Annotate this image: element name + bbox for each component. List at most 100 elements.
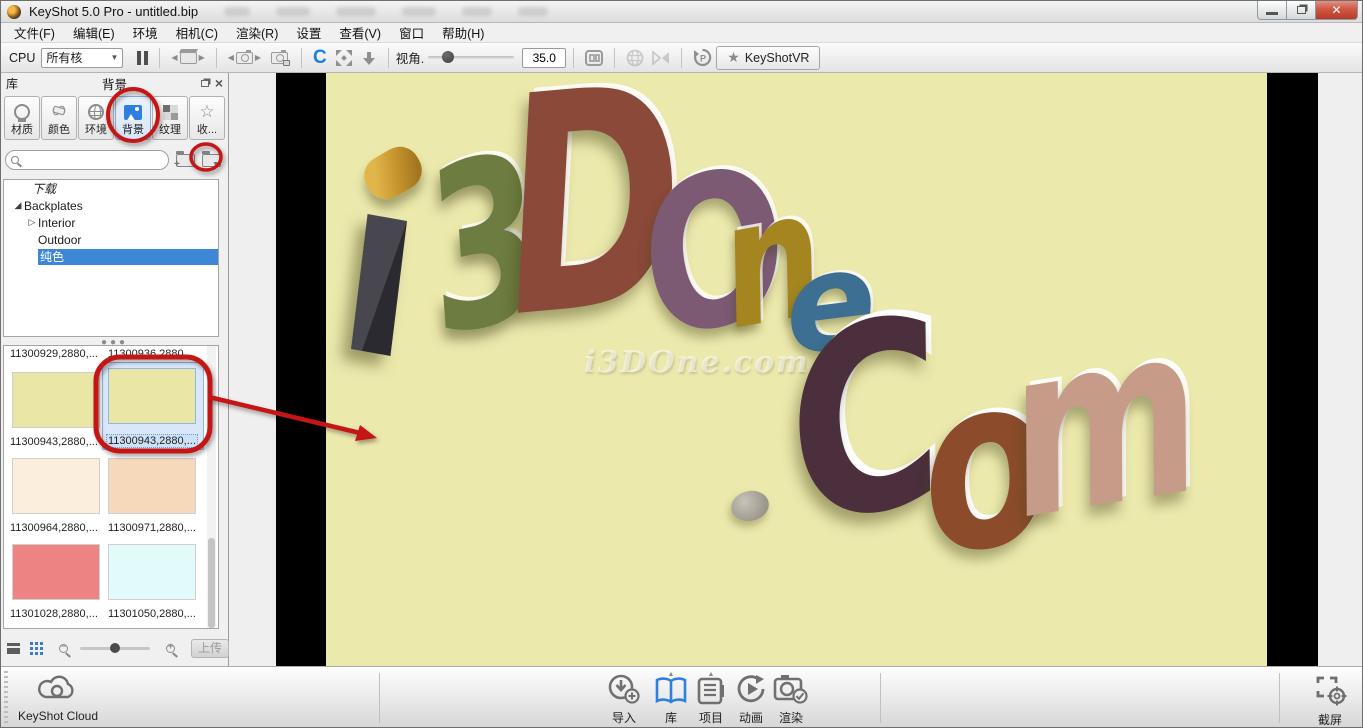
expand-arrows-icon xyxy=(335,49,353,67)
thumb-size-slider-thumb[interactable] xyxy=(110,643,120,653)
dock-project-button[interactable]: ▲ 项目 xyxy=(689,673,733,726)
thumbnail-selected[interactable] xyxy=(108,368,196,424)
thumbnail-label[interactable]: 11300943,2880,... xyxy=(10,436,98,448)
import-folder-button[interactable]: ▼ xyxy=(202,154,221,167)
refresh-button[interactable]: C xyxy=(309,46,331,70)
render-camera-icon xyxy=(773,673,809,705)
grid-view-button[interactable] xyxy=(30,642,43,655)
tab-backplate[interactable]: 背景 xyxy=(115,96,151,140)
menu-edit[interactable]: 编辑(E) xyxy=(64,21,124,44)
expanded-triangle-icon[interactable]: ◢ xyxy=(12,200,24,211)
menu-render[interactable]: 渲染(R) xyxy=(227,21,287,44)
blurred-watermark xyxy=(276,7,310,16)
fullscreen-button[interactable] xyxy=(331,46,357,70)
project-doc-icon xyxy=(694,677,728,705)
fov-slider[interactable] xyxy=(428,56,514,59)
menu-camera[interactable]: 相机(C) xyxy=(167,21,227,44)
grid-scrollbar[interactable] xyxy=(207,346,216,628)
flip-button[interactable] xyxy=(648,46,674,70)
thumbnail-label[interactable]: 11301028,2880,... xyxy=(10,608,98,620)
render-region-button[interactable] xyxy=(581,46,607,70)
search-box[interactable] xyxy=(5,150,169,170)
tab-material[interactable]: 材质 xyxy=(4,96,40,140)
search-input[interactable] xyxy=(23,153,153,167)
keyshot-cloud-button[interactable]: KeyShot Cloud xyxy=(13,671,103,723)
fov-input[interactable] xyxy=(522,48,566,68)
fov-label: 视角. xyxy=(396,48,424,67)
thumb-size-slider[interactable] xyxy=(80,647,150,650)
panel-footer: − + 上传 xyxy=(1,633,229,663)
vr-icon: ★ xyxy=(727,49,740,66)
collapsed-triangle-icon[interactable]: ▷ xyxy=(26,217,38,228)
menu-environment[interactable]: 环境 xyxy=(124,21,167,44)
region-icon xyxy=(585,50,603,66)
material-ball-button[interactable] xyxy=(622,46,648,70)
thumbnail[interactable] xyxy=(12,544,100,600)
letter-m: m xyxy=(994,315,1212,531)
thumbnail-label-selected[interactable]: 11300943,2880,... xyxy=(106,434,198,448)
menu-window[interactable]: 窗口 xyxy=(390,21,433,44)
material-sphere-icon xyxy=(14,104,30,120)
menu-view[interactable]: 查看(V) xyxy=(330,21,390,44)
zoom-in-button[interactable]: + xyxy=(166,644,175,653)
dock-down-button[interactable] xyxy=(357,46,381,70)
tree-item-interior[interactable]: ▷ Interior xyxy=(4,214,218,231)
prev-frame-button[interactable]: ◀▶ xyxy=(167,46,208,70)
restore-button[interactable] xyxy=(1287,1,1316,20)
tab-favorites[interactable]: ☆ 收... xyxy=(189,96,225,140)
realtime-viewport[interactable]: 3 D O n e i3DOne.com C o m xyxy=(230,73,1363,666)
scrollbar-thumb[interactable] xyxy=(208,538,215,628)
dock-library-button[interactable]: ▲ 库 xyxy=(649,673,693,726)
animation-play-icon xyxy=(734,673,768,705)
thumb-label-partial: 11300929,2880,... xyxy=(10,348,98,360)
tree-item-outdoor[interactable]: Outdoor xyxy=(4,231,218,248)
keyshot-window: KeyShot 5.0 Pro - untitled.bip ✕ 文件(F) 编… xyxy=(0,0,1363,728)
menu-help[interactable]: 帮助(H) xyxy=(433,21,493,44)
close-button[interactable]: ✕ xyxy=(1316,1,1358,20)
thumbnail-label[interactable]: 11300964,2880,... xyxy=(10,522,98,534)
tab-texture[interactable]: 纹理 xyxy=(152,96,188,140)
dock-drag-handle[interactable] xyxy=(4,671,8,725)
zoom-out-button[interactable]: − xyxy=(59,644,68,653)
chevron-down-icon: ▼ xyxy=(110,53,118,62)
blurred-watermark xyxy=(224,7,250,16)
mirror-icon xyxy=(652,50,670,66)
thumbnail[interactable] xyxy=(12,458,100,514)
panel-close-icon[interactable]: × xyxy=(215,76,223,90)
camera-lock-icon xyxy=(271,52,288,64)
menu-settings[interactable]: 设置 xyxy=(287,21,330,44)
thumbnail[interactable] xyxy=(108,544,196,600)
camera-lock-button[interactable] xyxy=(265,46,294,70)
prev-camera-button[interactable]: ◀▶ xyxy=(224,46,265,70)
thumbnail[interactable] xyxy=(12,372,100,428)
title-bar[interactable]: KeyShot 5.0 Pro - untitled.bip ✕ xyxy=(1,1,1362,23)
tab-environment[interactable]: 环境 xyxy=(78,96,114,140)
keyshotvr-button[interactable]: ★ KeyShotVR xyxy=(716,46,820,70)
pause-button[interactable] xyxy=(133,46,152,70)
thumbnail-label[interactable]: 11301050,2880,... xyxy=(108,608,196,620)
cpu-cores-dropdown[interactable]: 所有核 ▼ xyxy=(41,48,123,68)
screenshot-button[interactable]: 截屏 xyxy=(1304,671,1356,728)
panel-dock-label: 库 xyxy=(6,75,18,92)
fov-slider-thumb[interactable] xyxy=(442,51,454,63)
dock-animation-button[interactable]: 动画 xyxy=(729,673,773,726)
menu-file[interactable]: 文件(F) xyxy=(5,21,64,44)
backplate-render[interactable]: 3 D O n e i3DOne.com C o m xyxy=(326,73,1267,666)
add-folder-button[interactable]: + xyxy=(176,154,195,167)
tree-item-backplates[interactable]: ◢ Backplates xyxy=(4,197,218,214)
tab-color[interactable]: 颜色 xyxy=(41,96,77,140)
svg-text:P: P xyxy=(700,54,706,64)
tree-item-solid-color[interactable]: 纯色 xyxy=(4,248,218,265)
dock-import-button[interactable]: 导入 xyxy=(602,673,646,726)
undock-icon[interactable] xyxy=(201,80,209,87)
thumbnail[interactable] xyxy=(108,458,196,514)
environment-globe-icon xyxy=(88,104,104,120)
tree-group-downloads[interactable]: 下载 xyxy=(4,180,218,197)
minimize-button[interactable] xyxy=(1257,1,1287,20)
list-view-button[interactable] xyxy=(7,643,20,654)
dock-render-button[interactable]: 渲染 xyxy=(769,673,813,726)
upload-button[interactable]: 上传 xyxy=(191,639,229,658)
thumbnail-label[interactable]: 11300971,2880,... xyxy=(108,522,196,534)
blurred-watermark xyxy=(402,7,436,16)
network-render-button[interactable]: P xyxy=(689,46,716,70)
